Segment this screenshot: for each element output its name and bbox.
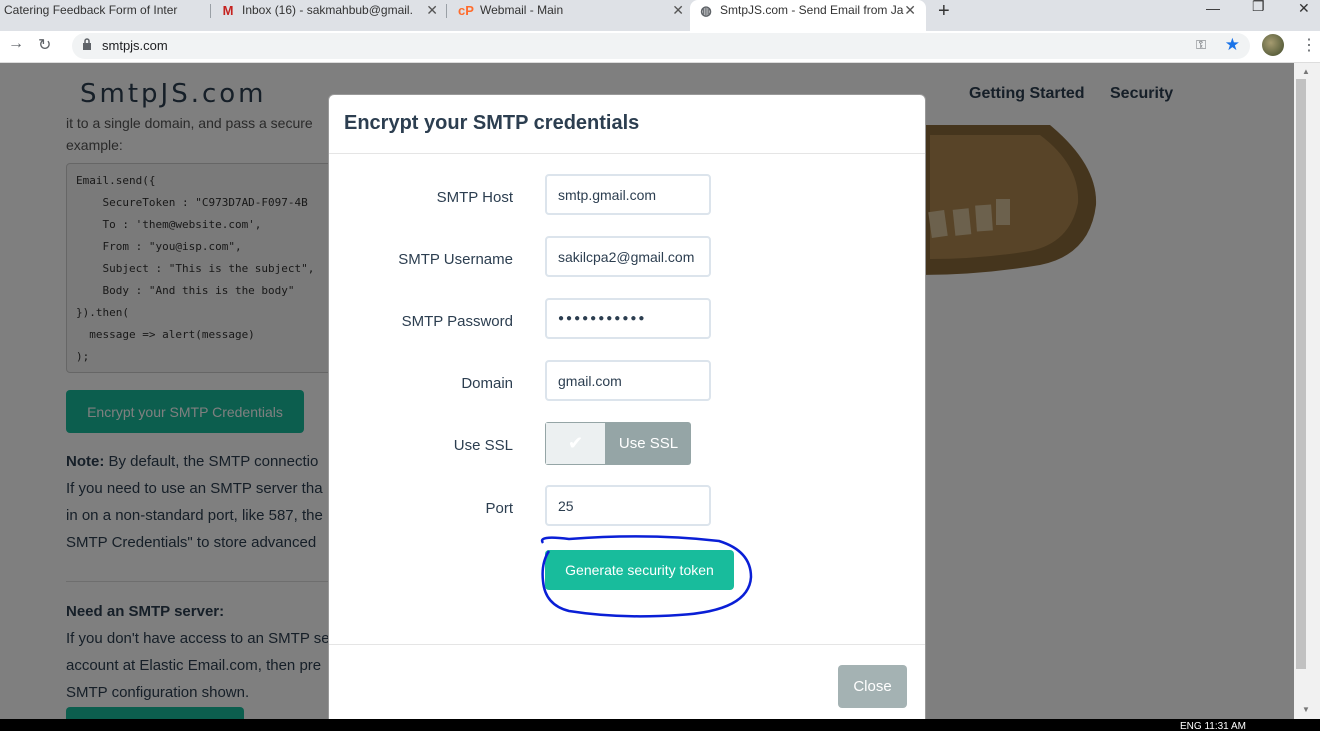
tab-catering[interactable]: Catering Feedback Form of Inter — [4, 0, 204, 20]
minimize-icon[interactable]: — — [1206, 0, 1220, 16]
smtp-host-label: SMTP Host — [436, 189, 513, 206]
smtp-host-input[interactable]: smtp.gmail.com — [545, 174, 711, 215]
tab-smtpjs[interactable]: ◍ SmtpJS.com - Send Email from Ja ✕ — [690, 0, 926, 31]
use-ssl-toggle[interactable]: ✔ Use SSL — [545, 422, 691, 465]
smtp-password-label: SMTP Password — [401, 313, 513, 330]
ssl-toggle-label: Use SSL — [606, 422, 691, 465]
close-button[interactable]: Close — [838, 665, 907, 708]
gmail-icon: M — [222, 2, 234, 18]
smtp-password-input[interactable]: ●●●●●●●●●●● — [545, 298, 711, 339]
domain-label: Domain — [461, 375, 513, 392]
menu-kebab-icon[interactable]: ⋮ — [1301, 35, 1317, 55]
scroll-up-icon[interactable]: ▲ — [1302, 67, 1310, 76]
use-ssl-label: Use SSL — [453, 437, 513, 454]
page-scrollbar[interactable]: ▲ ▼ — [1294, 63, 1320, 719]
os-taskbar: ENG 11:31 AM — [0, 719, 1320, 731]
port-input[interactable]: 25 — [545, 485, 711, 526]
tab-separator — [446, 4, 447, 18]
check-icon: ✔ — [567, 433, 584, 453]
port-label: Port — [485, 500, 513, 517]
encrypt-modal: Encrypt your SMTP credentials SMTP Host … — [328, 94, 926, 719]
scroll-thumb[interactable] — [1296, 79, 1306, 669]
cpanel-icon: cP — [458, 2, 474, 18]
smtp-username-label: SMTP Username — [398, 251, 513, 268]
lock-icon — [83, 38, 91, 50]
close-tab-icon[interactable]: ✕ — [426, 2, 438, 19]
tab-title: SmtpJS.com - Send Email from Ja — [720, 2, 904, 17]
tab-title: Webmail - Main — [480, 3, 564, 17]
domain-input[interactable]: gmail.com — [545, 360, 711, 401]
forward-icon[interactable]: → — [8, 35, 24, 53]
ssl-checkbox[interactable]: ✔ — [545, 422, 606, 465]
system-tray: ENG 11:31 AM — [1180, 721, 1246, 731]
tab-separator — [210, 4, 211, 18]
bookmark-star-icon[interactable]: ★ — [1225, 35, 1240, 55]
close-tab-icon[interactable]: ✕ — [904, 2, 916, 19]
address-bar[interactable]: smtpjs.com ⚿ ★ — [72, 33, 1250, 59]
tab-gmail[interactable]: M Inbox (16) - sakmahbub@gmail.c ✕ — [220, 0, 438, 20]
close-window-icon[interactable]: ✕ — [1298, 0, 1310, 17]
annotation-circle — [540, 535, 753, 618]
new-tab-button[interactable]: + — [938, 0, 950, 23]
page-content: SmtpJS.com Getting Started Security it t… — [0, 63, 1294, 719]
modal-title: Encrypt your SMTP credentials — [344, 112, 640, 134]
key-icon[interactable]: ⚿ — [1196, 37, 1206, 53]
browser-toolbar: → ↻ smtpjs.com ⚿ ★ ⋮ — [0, 31, 1320, 63]
avatar[interactable] — [1262, 34, 1284, 56]
close-tab-icon[interactable]: ✕ — [672, 2, 684, 19]
tab-webmail[interactable]: cP Webmail - Main ✕ — [458, 0, 684, 20]
tab-strip: Catering Feedback Form of Inter M Inbox … — [0, 0, 1320, 31]
scroll-down-icon[interactable]: ▼ — [1302, 705, 1310, 714]
url-text: smtpjs.com — [102, 38, 168, 53]
modal-footer-divider — [329, 644, 925, 645]
reload-icon[interactable]: ↻ — [38, 35, 51, 55]
tab-title: Inbox (16) - sakmahbub@gmail.c — [242, 3, 412, 17]
modal-header: Encrypt your SMTP credentials — [329, 95, 925, 154]
smtp-username-input[interactable]: sakilcpa2@gmail.com — [545, 236, 711, 277]
maximize-icon[interactable]: ❐ — [1252, 0, 1265, 15]
tab-title: Catering Feedback Form of Inter — [4, 3, 178, 17]
globe-icon: ◍ — [700, 2, 712, 18]
